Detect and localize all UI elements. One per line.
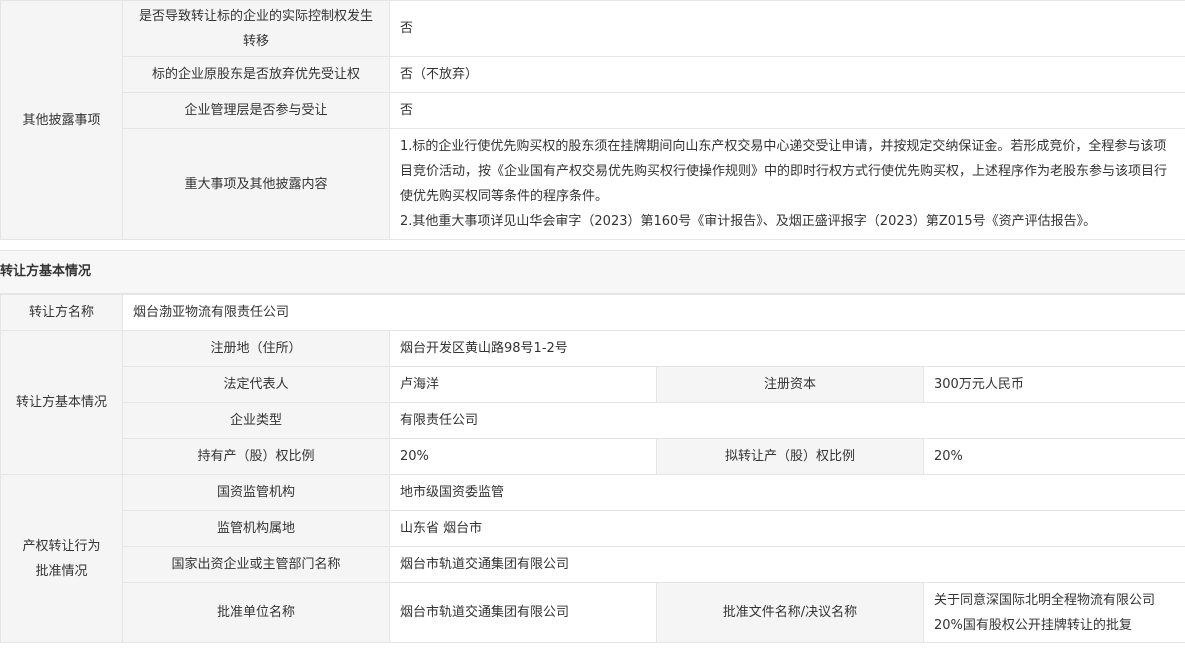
approval-group-label-line-1: 产权转让行为: [22, 538, 101, 554]
legal-rep-label: 法定代表人: [122, 366, 390, 403]
approval-doc-line-1: 关于同意深国际北明全程物流有限公司: [934, 592, 1156, 608]
major-matters-label: 重大事项及其他披露内容: [122, 128, 390, 240]
legal-rep-value: 卢海洋: [389, 366, 657, 403]
approval-doc-line-2: 20%国有股权公开挂牌转让的批复: [934, 617, 1132, 633]
management-participation-label: 企业管理层是否参与受让: [122, 92, 390, 129]
major-matters-line-1: 1.标的企业行使优先购买权的股东须在挂牌期间向山东产权交易中心递交受让申请，并按…: [400, 139, 1168, 204]
investor-value: 烟台市轨道交通集团有限公司: [388, 546, 1185, 583]
disclosure-group-label: 其他披露事项: [0, 0, 123, 240]
major-matters-value: 1.标的企业行使优先购买权的股东须在挂牌期间向山东产权交易中心递交受让申请，并按…: [388, 128, 1185, 240]
address-value: 烟台开发区黄山路98号1-2号: [388, 330, 1185, 367]
management-participation-value: 否: [388, 92, 1185, 129]
holding-ratio-value: 20%: [389, 438, 657, 475]
company-type-label: 企业类型: [122, 402, 390, 439]
transferor-section-title: 转让方基本情况: [0, 250, 1185, 294]
regulator-location-value: 山东省 烟台市: [388, 510, 1185, 547]
approval-group-label-line-2: 批准情况: [35, 563, 88, 579]
regulator-label: 国资监管机构: [122, 474, 390, 511]
major-matters-line-2: 2.其他重大事项详见山华会审字（2023）第160号《审计报告》、及烟正盛评报字…: [400, 214, 1097, 229]
preemptive-right-label: 标的企业原股东是否放弃优先受让权: [122, 56, 390, 93]
company-type-value: 有限责任公司: [388, 402, 1185, 439]
reg-capital-value: 300万元人民币: [922, 366, 1185, 403]
transferor-table: 转让方名称 烟台渤亚物流有限责任公司 转让方基本情况 注册地（住所） 烟台开发区…: [0, 294, 1185, 643]
regulator-location-label: 监管机构属地: [122, 510, 390, 547]
preemptive-right-value: 否（不放弃）: [388, 56, 1185, 93]
investor-label: 国家出资企业或主管部门名称: [122, 546, 390, 583]
address-label: 注册地（住所）: [122, 330, 390, 367]
holding-ratio-label: 持有产（股）权比例: [122, 438, 390, 475]
approver-label: 批准单位名称: [122, 582, 390, 643]
approval-doc-value: 关于同意深国际北明全程物流有限公司 20%国有股权公开挂牌转让的批复: [922, 582, 1185, 643]
regulator-value: 地市级国资委监管: [388, 474, 1185, 511]
transferor-name-value: 烟台渤亚物流有限责任公司: [121, 294, 1185, 331]
approval-doc-label: 批准文件名称/决议名称: [656, 582, 924, 643]
control-transfer-value: 否: [388, 0, 1185, 57]
transferor-group-label: 转让方基本情况: [0, 330, 123, 475]
approver-value: 烟台市轨道交通集团有限公司: [389, 582, 657, 643]
approval-group-label: 产权转让行为 批准情况: [0, 474, 123, 643]
transferor-name-label: 转让方名称: [0, 294, 123, 331]
disclosure-table: 其他披露事项 是否导致转让标的企业的实际控制权发生转移 否 标的企业原股东是否放…: [0, 0, 1185, 240]
reg-capital-label: 注册资本: [656, 366, 924, 403]
transfer-ratio-value: 20%: [922, 438, 1185, 475]
transfer-ratio-label: 拟转让产（股）权比例: [656, 438, 924, 475]
control-transfer-label: 是否导致转让标的企业的实际控制权发生转移: [122, 0, 390, 57]
